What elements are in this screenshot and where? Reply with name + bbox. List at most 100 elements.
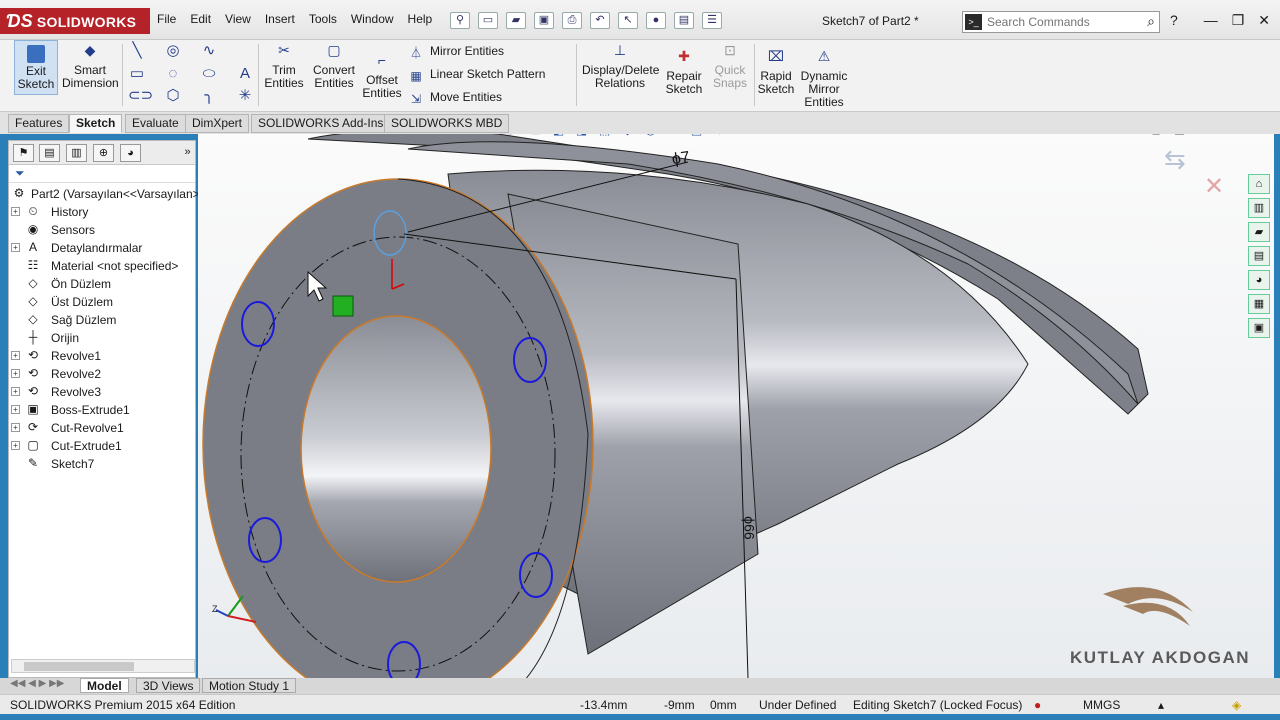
graphics-viewport[interactable]: Z ϕ7 ϕ66 ⤢ ⊞ ◧ ◨ ⬚ ◆ ◎ ◕ ▣ ⚙ ▢ ▣ — ❐ ✕ ⇆… [198, 134, 1274, 678]
linear-sketch-pattern-button[interactable]: ▦ Linear Sketch Pattern [408, 67, 545, 83]
undo-icon[interactable]: ↶ [590, 12, 610, 29]
dimension-diameter-7[interactable]: ϕ7 [671, 149, 691, 169]
tab-3d-views[interactable]: 3D Views [136, 678, 201, 693]
tree-item[interactable]: ◇ Sağ Düzlem [9, 311, 195, 329]
expand-icon[interactable]: + [11, 387, 20, 396]
rebuild-status-icon[interactable]: ● [1034, 698, 1041, 712]
property-manager-icon[interactable]: ▤ [39, 144, 60, 162]
unit-system[interactable]: MMGS [1083, 698, 1120, 712]
tree-item[interactable]: ☷ Material <not specified> [9, 257, 195, 275]
search-icon[interactable]: ⌕ [1147, 13, 1155, 30]
minimize-icon[interactable]: — [1204, 12, 1218, 29]
tree-item[interactable]: ◉ Sensors [9, 221, 195, 239]
restore-icon[interactable]: ❐ [1232, 12, 1245, 29]
select-icon[interactable]: ↖ [618, 12, 638, 29]
previous-view-icon[interactable]: ◧ [550, 134, 567, 139]
offset-entities-button[interactable]: ⌐ Offset Entities [360, 50, 404, 100]
tab-sketch[interactable]: Sketch [69, 114, 123, 133]
menu-help[interactable]: Help [401, 10, 440, 28]
confirmation-corner-cancel-icon[interactable]: ✕ [1204, 172, 1224, 201]
menu-tools[interactable]: Tools [302, 10, 344, 28]
view-palette-icon[interactable]: ▤ [1248, 246, 1270, 266]
hide-show-items-icon[interactable]: ◎ [642, 134, 659, 139]
tree-item[interactable]: + A Detaylandırmalar [9, 239, 195, 257]
point-icon[interactable]: ✳ [236, 88, 254, 104]
tree-root-part[interactable]: ⚙ Part2 (Varsayılan<<Varsayılan> [9, 185, 200, 203]
apply-scene-icon[interactable]: ▣ [688, 134, 705, 139]
options-icon[interactable]: ☰ [702, 12, 722, 29]
pin-icon[interactable]: ⚲ [450, 12, 470, 29]
mirror-entities-button[interactable]: ⏃ Mirror Entities [408, 44, 504, 60]
expand-icon[interactable]: + [11, 351, 20, 360]
help-icon[interactable]: ? [1170, 12, 1178, 28]
dimxpert-manager-icon[interactable]: ⊕ [93, 144, 114, 162]
tree-item[interactable]: + ▣ Boss-Extrude1 [9, 401, 195, 419]
tab-solidworks-mbd[interactable]: SOLIDWORKS MBD [384, 114, 510, 133]
menu-view[interactable]: View [218, 10, 258, 28]
file-explorer-icon[interactable]: ▰ [1248, 222, 1270, 242]
configuration-manager-icon[interactable]: ▥ [66, 144, 87, 162]
tree-filter[interactable]: ⏷ [9, 165, 195, 183]
expand-icon[interactable]: + [11, 369, 20, 378]
file-properties-icon[interactable]: ▤ [674, 12, 694, 29]
fillet-icon[interactable]: ╮ [200, 88, 218, 104]
tag-icon[interactable]: ◈ [1232, 698, 1241, 712]
convert-entities-button[interactable]: ▢ Convert Entities [310, 40, 358, 90]
tree-item[interactable]: ◇ Üst Düzlem [9, 293, 195, 311]
close-icon[interactable]: ✕ [1258, 12, 1270, 29]
forum-icon[interactable]: ▣ [1248, 318, 1270, 338]
solidworks-logo[interactable]: ƊS SOLIDWORKS [0, 8, 150, 34]
view-orientation-icon[interactable]: ⬚ [596, 134, 613, 139]
tab-solidworks-addins[interactable]: SOLIDWORKS Add-Ins [251, 114, 391, 133]
view-settings-icon[interactable]: ⚙ [711, 134, 728, 139]
menu-edit[interactable]: Edit [183, 10, 218, 28]
search-commands-box[interactable]: >_ ⌕ [962, 11, 1160, 33]
display-style-icon[interactable]: ◆ [619, 134, 636, 139]
solidworks-resources-icon[interactable]: ⌂ [1248, 174, 1270, 194]
viewport-close-icon[interactable]: ✕ [1244, 134, 1254, 136]
repair-sketch-button[interactable]: ✚ Repair Sketch [664, 46, 704, 96]
tree-item[interactable]: ┼ Orijin [9, 329, 195, 347]
zoom-to-fit-icon[interactable]: ⤢ [504, 134, 521, 139]
line-icon[interactable]: ╲ [128, 43, 146, 59]
circle-icon[interactable]: ◎ [164, 43, 182, 59]
custom-properties-icon[interactable]: ▦ [1248, 294, 1270, 314]
tree-item[interactable]: ◇ Ön Düzlem [9, 275, 195, 293]
arc-icon[interactable]: ◌ [164, 66, 182, 82]
dynamic-mirror-entities-button[interactable]: ⚠ Dynamic Mirror Entities [798, 46, 850, 109]
search-input[interactable] [987, 14, 1127, 30]
quick-snaps-button[interactable]: ⊡ Quick Snaps [710, 40, 750, 90]
polygon-icon[interactable]: ⬡ [164, 88, 182, 104]
unit-menu-arrow-icon[interactable]: ▴ [1158, 698, 1164, 712]
menu-file[interactable]: File [150, 10, 183, 28]
spline-icon[interactable]: ∿ [200, 43, 218, 59]
rectangle-icon[interactable]: ▭ [128, 66, 146, 82]
panel-horizontal-scrollbar[interactable] [11, 659, 195, 673]
open-folder-icon[interactable]: ▰ [506, 12, 526, 29]
design-library-icon[interactable]: ▥ [1248, 198, 1270, 218]
confirmation-corner-exit-icon[interactable]: ⇆ [1164, 144, 1186, 175]
tree-item[interactable]: + ⟲ Revolve3 [9, 383, 195, 401]
filter-icon[interactable]: ⏷ [15, 166, 25, 181]
appearances-icon[interactable]: ◕ [1248, 270, 1270, 290]
text-icon[interactable]: A [236, 66, 254, 82]
save-icon[interactable]: ▣ [534, 12, 554, 29]
scrollbar-thumb[interactable] [24, 662, 134, 671]
feature-tree-icon[interactable]: ⚑ [13, 144, 34, 162]
expand-icon[interactable]: + [11, 405, 20, 414]
expand-icon[interactable]: + [11, 423, 20, 432]
menu-insert[interactable]: Insert [258, 10, 302, 28]
tab-dimxpert[interactable]: DimXpert [185, 114, 250, 133]
expand-panel-icon[interactable]: » [177, 144, 198, 162]
tab-evaluate[interactable]: Evaluate [125, 114, 186, 133]
viewport-tile-icon[interactable]: ▢ [1150, 134, 1161, 136]
zoom-to-area-icon[interactable]: ⊞ [527, 134, 544, 139]
tree-item[interactable]: + ⟲ Revolve2 [9, 365, 195, 383]
tab-model[interactable]: Model [80, 678, 129, 693]
menu-window[interactable]: Window [344, 10, 401, 28]
ellipse-icon[interactable]: ⬭ [200, 66, 218, 82]
exit-sketch-button[interactable]: Exit Sketch [14, 40, 58, 95]
rebuild-icon[interactable]: ● [646, 12, 666, 29]
tab-features[interactable]: Features [8, 114, 70, 133]
expand-icon[interactable]: + [11, 441, 20, 450]
